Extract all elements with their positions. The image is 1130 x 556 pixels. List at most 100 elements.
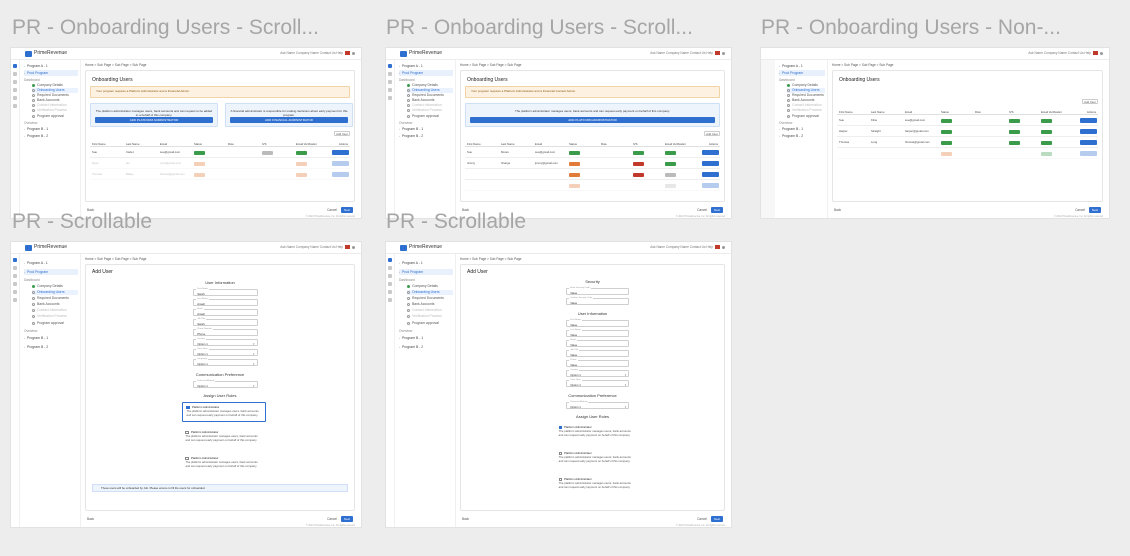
home-icon[interactable] [388, 258, 392, 262]
grid-icon[interactable] [388, 266, 392, 270]
sidebar-item-program[interactable]: › Program B - 2 [24, 133, 78, 139]
grid-icon[interactable] [13, 266, 17, 270]
top-links[interactable]: Ask Name Company Name Contact Us Help [650, 51, 725, 55]
gear-icon[interactable] [388, 96, 392, 100]
next-button[interactable]: Next [1089, 207, 1101, 213]
sidebar-step[interactable]: Verification Process [32, 314, 78, 319]
top-links[interactable]: Ask Name Company Name Contact Us Help [1028, 51, 1103, 55]
country-select[interactable]: Country Option 1 ▾ [566, 369, 630, 377]
sidebar-item-program[interactable]: › Program B - 1 [24, 126, 78, 132]
row-action-button[interactable] [1080, 139, 1097, 145]
sidebar-link[interactable]: Program approval [32, 321, 78, 326]
sidebar-step[interactable]: Onboarding Users [32, 290, 78, 295]
first-name-field[interactable]: First Name Value [566, 319, 630, 327]
add-user-button[interactable]: Add User [1082, 99, 1098, 104]
last-name-field[interactable]: Last Name Value [566, 329, 630, 337]
sidebar-item-program[interactable]: › Program A - 1 [399, 63, 453, 69]
sidebar-link[interactable]: Program approval [407, 114, 453, 119]
email-field[interactable]: Email Ansell [193, 308, 258, 316]
phone-field[interactable]: Phone Value [566, 359, 630, 367]
last-name-field[interactable]: Last Name Ansell [193, 298, 258, 306]
gear-icon[interactable] [13, 290, 17, 294]
sidebar-link[interactable]: Program approval [787, 114, 825, 119]
sidebar-step[interactable]: Bank Accounts [407, 302, 453, 307]
sidebar-step[interactable]: Company Details [32, 284, 78, 289]
cancel-button[interactable]: Cancel [1075, 208, 1085, 212]
sidebar-step[interactable]: Contact Information [32, 308, 78, 313]
add-financial-admin-button[interactable]: ADD FINANCIAL ADMINISTRATOR [230, 117, 348, 123]
preferred-method-select[interactable]: Preferred Method Option 1 ▾ [566, 401, 630, 409]
role-option[interactable]: Platform Administrator The platform admin… [182, 454, 265, 474]
user-icon[interactable] [722, 245, 725, 249]
sidebar-item-active[interactable]: › Prod Program [779, 70, 825, 76]
sidebar-step[interactable]: Company Details [407, 284, 453, 289]
sidebar-step[interactable]: Required Documents [407, 296, 453, 301]
sidebar-step[interactable]: Bank Accounts [32, 302, 78, 307]
sidebar-item-active[interactable]: › Prod Program [399, 70, 453, 76]
security-code-field[interactable]: Enter Security Code Value [566, 287, 630, 295]
sidebar-item-program[interactable]: › Program B - 1 [399, 335, 453, 341]
row-action-button[interactable] [332, 160, 349, 166]
user-icon[interactable] [352, 245, 355, 249]
flag-icon[interactable] [715, 51, 720, 55]
sidebar-item-program[interactable]: › Program A - 1 [399, 260, 453, 266]
chart-icon[interactable] [388, 282, 392, 286]
help-icon[interactable] [13, 298, 17, 302]
job-title-field[interactable]: Job Title Sarah [193, 318, 258, 326]
sidebar-step[interactable]: Onboarding Users [407, 290, 453, 295]
preferred-method-select[interactable]: Preferred Method Option 1 ▾ [193, 380, 258, 388]
user-icon[interactable] [1100, 51, 1103, 55]
back-button[interactable]: Back [87, 517, 94, 521]
breadcrumb[interactable]: Home > Sub Page > Sub Page > Sub Page [85, 63, 146, 67]
sidebar-item-program[interactable]: › Program B - 1 [24, 335, 78, 341]
back-button[interactable]: Back [834, 208, 841, 212]
breadcrumb[interactable]: Home > Sub Page > Sub Page > Sub Page [460, 63, 521, 67]
home-icon[interactable] [388, 64, 392, 68]
sidebar-item-program[interactable]: › Program B - 1 [399, 126, 453, 132]
row-action-button[interactable] [702, 182, 719, 188]
sidebar-item-program[interactable]: › Program A - 1 [779, 63, 825, 69]
home-icon[interactable] [13, 64, 17, 68]
doc-icon[interactable] [13, 274, 17, 278]
cancel-button[interactable]: Cancel [327, 517, 337, 521]
add-user-button[interactable]: Add User [704, 131, 720, 136]
role-option[interactable]: Platform Administrator The platform admin… [556, 475, 638, 495]
doc-icon[interactable] [388, 80, 392, 84]
next-button[interactable]: Next [341, 207, 353, 213]
help-icon[interactable] [13, 104, 17, 108]
sidebar-item-program[interactable]: › Program A - 1 [24, 260, 78, 266]
sidebar-item-program[interactable]: › Program B - 2 [399, 344, 453, 350]
row-action-button[interactable] [1080, 128, 1097, 134]
add-user-button[interactable]: Add User [334, 131, 350, 136]
back-button[interactable]: Back [462, 517, 469, 521]
first-name-field[interactable]: First Name Sarah [193, 288, 258, 296]
flag-icon[interactable] [1093, 51, 1098, 55]
role-option[interactable]: Platform Administrator The platform admin… [556, 449, 638, 469]
chart-icon[interactable] [13, 88, 17, 92]
sidebar-step[interactable]: Verification Process [407, 314, 453, 319]
chart-icon[interactable] [13, 282, 17, 286]
gear-icon[interactable] [388, 290, 392, 294]
role-option[interactable]: Platform Administrator The platform admin… [182, 428, 265, 448]
grid-icon[interactable] [13, 72, 17, 76]
help-icon[interactable] [388, 298, 392, 302]
next-button[interactable]: Next [341, 516, 353, 522]
doc-icon[interactable] [13, 80, 17, 84]
row-action-button[interactable] [1080, 150, 1097, 156]
flag-icon[interactable] [345, 245, 350, 249]
sidebar-item-program[interactable]: › Program B - 2 [399, 133, 453, 139]
confirm-security-code-field[interactable]: Confirm Security Code Value [566, 297, 630, 305]
row-action-button[interactable] [702, 160, 719, 166]
cancel-button[interactable]: Cancel [697, 208, 707, 212]
next-button[interactable]: Next [711, 207, 723, 213]
add-platform-admin-button[interactable]: ADD PLATFORM ADMINISTRATOR [95, 117, 213, 123]
next-button[interactable]: Next [711, 516, 723, 522]
timezone-select[interactable]: Time Zone Option 1 ▾ [193, 348, 258, 356]
chart-icon[interactable] [388, 88, 392, 92]
sidebar-step[interactable]: Required Documents [32, 296, 78, 301]
sidebar-step[interactable]: Verification Process [787, 108, 825, 113]
gear-icon[interactable] [13, 96, 17, 100]
sidebar-step[interactable]: Verification Process [32, 108, 78, 113]
row-action-button[interactable] [702, 171, 719, 177]
sidebar-item-active[interactable]: › Prod Program [399, 269, 453, 275]
